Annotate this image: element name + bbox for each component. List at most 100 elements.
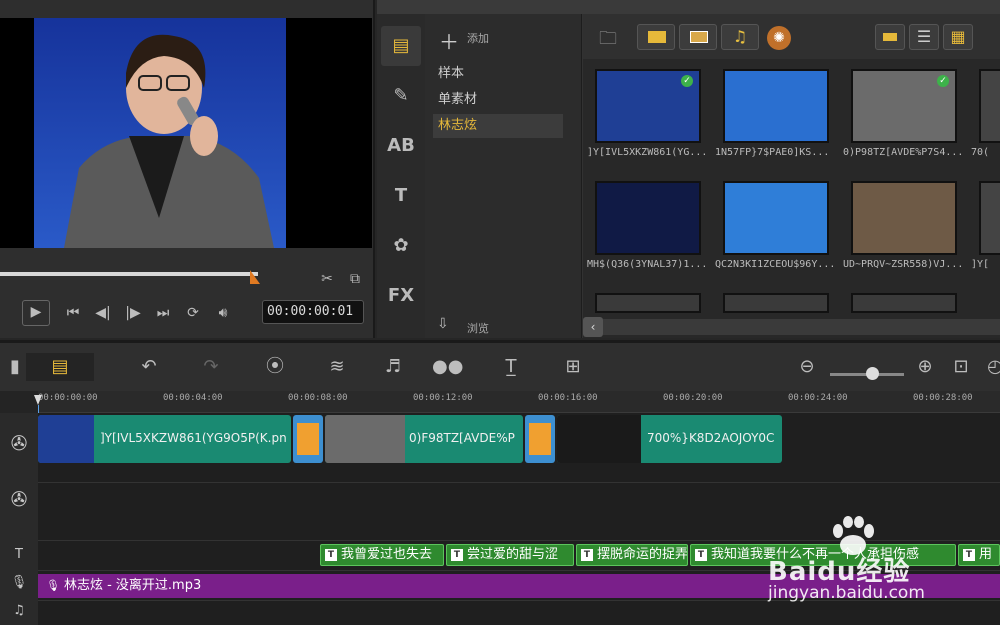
ai-tool-icon[interactable]: ✺ <box>767 26 791 50</box>
view-list-button[interactable]: ☰ <box>909 24 939 50</box>
volume-icon[interactable]: 🔊︎ <box>212 302 234 324</box>
preview-window[interactable] <box>0 18 372 248</box>
media-thumbnail[interactable]: ]Y[ <box>967 171 1000 283</box>
timeline-toolbar: ▮ ▤ ↶ ↷ ⦿ ≋ ♬ ●● T̲ ⊞ ⊖ ⊕ ⊡ ◴ <box>0 343 1000 391</box>
check-icon: ✓ <box>937 75 949 87</box>
filter-tab[interactable]: FX <box>381 276 421 316</box>
undo-icon[interactable]: ↶ <box>134 353 164 381</box>
end-icon[interactable]: ⏭ <box>152 302 174 324</box>
sound-mixer-icon[interactable]: ≋ <box>322 353 352 381</box>
scroll-left-button[interactable]: ‹ <box>583 317 603 337</box>
thumbnail-image: ✓ <box>595 69 701 143</box>
video-clip[interactable]: 700%}K8D2AOJOY0C <box>557 415 782 463</box>
ruler-tick-label: 00:00:00:00 <box>38 393 98 403</box>
title-clip[interactable]: T 我曾爱过也失去 <box>320 544 444 566</box>
thumbnail-image <box>595 181 701 255</box>
thumbnail-label: 0)P98TZ[AVDE%P7S4... <box>843 147 964 158</box>
clip-label: ]Y[IVL5XKZW861(YG9O5P(K.pn <box>100 431 287 445</box>
instant-project-tab[interactable]: ✎ <box>381 76 421 116</box>
media-thumbnail[interactable]: 70( <box>967 59 1000 171</box>
ruler-tick-label: 00:00:12:00 <box>413 393 473 403</box>
thumbnail-image: ✓ <box>851 69 957 143</box>
video-track-icon[interactable]: ✇ <box>0 431 38 455</box>
show-audio-button[interactable]: ♫ <box>721 24 759 50</box>
thumbnail-grid: ✓ ]Y[IVL5XKZW861(YG... 1N57FP}7$PAE0]KS...… <box>583 59 1000 314</box>
browse-label[interactable]: 浏览 <box>467 320 489 336</box>
fit-project-icon[interactable]: ⊡ <box>946 353 976 381</box>
transition-clip[interactable] <box>525 415 555 463</box>
overlay-track-icon[interactable]: ✇ <box>0 487 38 511</box>
play-button[interactable]: ▶ <box>22 300 50 326</box>
auto-music-icon[interactable]: ♬ <box>378 353 408 381</box>
add-icon[interactable]: ＋ <box>439 26 459 55</box>
zoom-in-icon[interactable]: ⊕ <box>910 353 940 381</box>
media-thumbnail[interactable] <box>723 293 829 313</box>
thumbnail-image <box>851 181 957 255</box>
prev-frame-icon[interactable]: ◀| <box>92 302 114 324</box>
add-folder-label[interactable]: 添加 <box>467 30 489 46</box>
view-strip-button[interactable] <box>875 24 905 50</box>
media-thumbnail[interactable]: MH$(Q36(3YNAL37)1... <box>583 171 711 283</box>
check-icon: ✓ <box>681 75 693 87</box>
time-ruler[interactable]: 00:00:00:00 00:00:04:00 00:00:08:00 00:00:1… <box>38 391 1000 413</box>
library-tabs: ▤ ✎ AB T ✿ FX <box>377 14 425 338</box>
media-thumbnail[interactable]: ✓ 0)P98TZ[AVDE%P7S4... <box>839 59 967 171</box>
timeline-view-icon[interactable]: ▤ <box>26 353 94 381</box>
thumbnail-label: UD~PRQV~ZSR558)VJ... <box>843 259 964 270</box>
media-thumbnail[interactable] <box>851 293 957 313</box>
media-tab[interactable]: ▤ <box>381 26 421 66</box>
view-grid-button[interactable]: ▦ <box>943 24 973 50</box>
video-clip[interactable]: ]Y[IVL5XKZW861(YG9O5P(K.pn <box>38 415 291 463</box>
cut-icon[interactable]: ✂ <box>316 268 338 290</box>
copy-icon[interactable]: ⧉ <box>344 268 366 290</box>
voice-track-icon[interactable]: 🎙︎ <box>0 575 38 590</box>
zoom-slider-handle[interactable] <box>866 367 879 380</box>
media-thumbnail[interactable] <box>595 293 701 313</box>
folder-item[interactable]: 林志炫 <box>433 114 563 138</box>
title-clip-label: 我曾爱过也失去 <box>341 547 433 562</box>
title-clip[interactable]: T 尝过爱的甜与涩 <box>446 544 574 566</box>
home-icon[interactable]: ⏮ <box>62 302 84 324</box>
scrubber-track[interactable] <box>0 272 258 276</box>
media-toolbar: 🗀 ♫ ✺ ☰ ▦ <box>583 14 1000 59</box>
playhead-clock-icon[interactable]: ◴ <box>980 353 1000 381</box>
motion-tracking-icon[interactable]: ●● <box>432 353 463 381</box>
title-track-icon[interactable]: T <box>0 547 38 562</box>
browse-icon[interactable]: ⇩ <box>437 316 449 332</box>
redo-icon[interactable]: ↷ <box>196 353 226 381</box>
title-clip-label: 摆脱命运的捉弄 <box>597 547 688 562</box>
folder-item[interactable]: 样本 <box>433 62 563 86</box>
preview-image <box>34 18 286 248</box>
transition-icon <box>529 423 551 455</box>
media-thumbnail[interactable]: 1N57FP}7$PAE0]KS... <box>711 59 839 171</box>
panel-grip[interactable] <box>377 0 1000 14</box>
media-thumbnail[interactable]: ✓ ]Y[IVL5XKZW861(YG... <box>583 59 711 171</box>
music-track-icon[interactable]: ♫ <box>0 603 38 618</box>
record-capture-icon[interactable]: ⦿ <box>260 353 290 381</box>
transition-clip[interactable] <box>293 415 323 463</box>
folder-item[interactable]: 单素材 <box>433 88 563 112</box>
show-video-button[interactable] <box>637 24 675 50</box>
multi-camera-icon[interactable]: ⊞ <box>558 353 588 381</box>
folder-icon[interactable]: 🗀 <box>599 26 617 56</box>
thumbnail-label: 1N57FP}7$PAE0]KS... <box>715 147 830 158</box>
title-clip-label: 尝过爱的甜与涩 <box>467 547 559 562</box>
transition-tab[interactable]: AB <box>381 126 421 166</box>
horizontal-scrollbar[interactable] <box>603 319 1000 335</box>
show-photo-button[interactable] <box>679 24 717 50</box>
title-tab[interactable]: T <box>381 176 421 216</box>
baidu-watermark: Baidu经验 jingyan.baidu.com <box>760 515 1000 605</box>
video-clip[interactable]: 0)F98TZ[AVDE%P <box>325 415 523 463</box>
timecode-display[interactable]: 00:00:00:01 <box>262 300 364 324</box>
subtitle-editor-icon[interactable]: T̲ <box>496 353 526 381</box>
repeat-icon[interactable]: ⟳ <box>182 302 204 324</box>
next-frame-icon[interactable]: |▶ <box>122 302 144 324</box>
media-thumbnail[interactable]: QC2N3KI1ZCEOU$96Y... <box>711 171 839 283</box>
media-thumbnail[interactable]: UD~PRQV~ZSR558)VJ... <box>839 171 967 283</box>
library-panel: ▤ ✎ AB T ✿ FX ＋ 添加 样本 单素材 林志炫 ⇩ 浏览 🗀 ♫ ✺ ☰ ▦ ✓]… <box>377 0 1000 338</box>
zoom-out-icon[interactable]: ⊖ <box>792 353 822 381</box>
thumbnail-label: ]Y[IVL5XKZW861(YG... <box>587 147 708 158</box>
title-clip[interactable]: T 摆脱命运的捉弄 <box>576 544 688 566</box>
graphic-tab[interactable]: ✿ <box>381 226 421 266</box>
ruler-tick-label: 00:00:28:00 <box>913 393 973 403</box>
